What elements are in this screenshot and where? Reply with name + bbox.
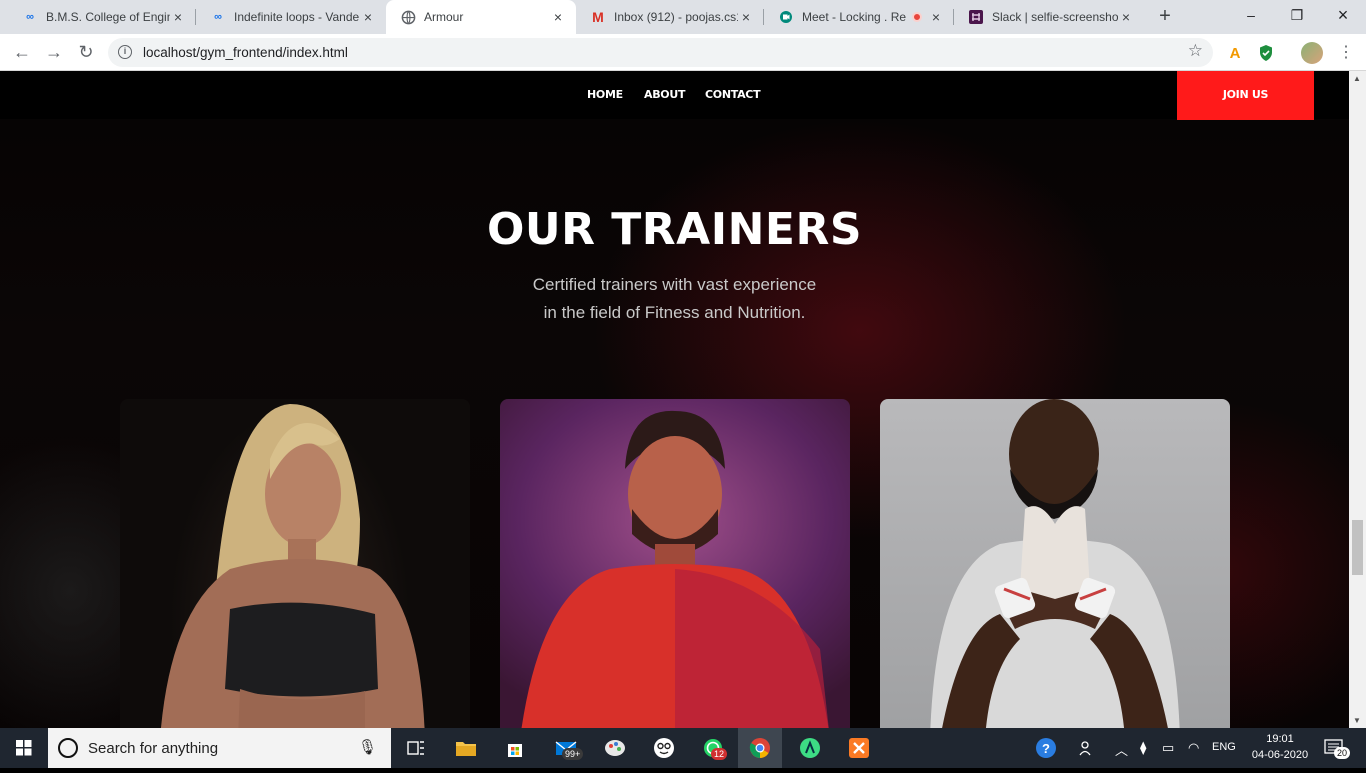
- scrollbar-thumb[interactable]: [1352, 520, 1363, 575]
- dropbox-icon[interactable]: ⧫: [1140, 740, 1146, 756]
- tab-title: Meet - Locking . Re: [802, 10, 907, 24]
- trainer-card-2[interactable]: [500, 399, 850, 728]
- tab-slack[interactable]: Slack | selfie-screenshot ×: [954, 0, 1144, 34]
- help-icon[interactable]: ?: [1032, 734, 1060, 762]
- join-us-button[interactable]: JOIN US: [1177, 71, 1314, 120]
- android-studio-icon[interactable]: [796, 734, 824, 762]
- task-view-icon[interactable]: [402, 734, 430, 762]
- close-icon[interactable]: ×: [738, 9, 754, 25]
- battery-icon[interactable]: ▭: [1162, 740, 1174, 756]
- tab-title: B.M.S. College of Engin: [46, 10, 170, 24]
- nav-contact-link[interactable]: CONTACT: [705, 88, 761, 101]
- nav-about-link[interactable]: ABOUT: [644, 88, 685, 101]
- chrome-icon[interactable]: [746, 734, 774, 762]
- clock-date: 04-06-2020: [1251, 749, 1309, 761]
- microphone-icon[interactable]: 🎙: [358, 738, 377, 756]
- new-tab-button[interactable]: +: [1153, 5, 1177, 29]
- extension-a-icon[interactable]: A: [1225, 43, 1245, 63]
- gmail-icon: M: [592, 9, 604, 25]
- link-icon: ∞: [26, 11, 34, 23]
- shield-extension-icon[interactable]: [1256, 43, 1276, 63]
- xampp-icon[interactable]: [845, 734, 873, 762]
- file-explorer-icon[interactable]: [452, 734, 480, 762]
- back-button[interactable]: ←: [8, 39, 36, 67]
- info-icon[interactable]: i: [118, 45, 132, 59]
- close-icon[interactable]: ×: [928, 9, 944, 25]
- mail-icon[interactable]: 99+: [552, 734, 584, 762]
- minimize-button[interactable]: –: [1228, 0, 1274, 30]
- trainer-photo: [930, 399, 1180, 728]
- reload-button[interactable]: ↻: [72, 39, 100, 67]
- whatsapp-icon[interactable]: 12: [699, 734, 728, 762]
- system-clock[interactable]: 19:01 04-06-2020: [1250, 731, 1310, 763]
- link-icon: ∞: [214, 11, 222, 23]
- tab-indefinite-loops[interactable]: ∞ Indefinite loops - Vande ×: [196, 0, 386, 34]
- taskbar: Search for anything 🎙 99+ 12 ? ︿ ⧫ ▭ ◠ E…: [0, 728, 1366, 768]
- globe-icon: [400, 9, 416, 25]
- close-window-button[interactable]: ×: [1320, 0, 1366, 30]
- paint-icon[interactable]: [601, 734, 629, 762]
- tab-title: Slack | selfie-screenshot: [992, 10, 1118, 24]
- trainer-card-3[interactable]: [880, 399, 1230, 728]
- slack-icon: [968, 9, 984, 25]
- subtitle-line: in the field of Fitness and Nutrition.: [543, 303, 806, 322]
- tab-bms-college[interactable]: ∞ B.M.S. College of Engin ×: [8, 0, 196, 34]
- language-indicator[interactable]: ENG: [1212, 741, 1236, 753]
- tab-armour[interactable]: Armour ×: [386, 0, 576, 34]
- tab-gmail-inbox[interactable]: M Inbox (912) - poojas.cs1 ×: [576, 0, 764, 34]
- section-heading: OUR TRAINERS: [486, 204, 863, 255]
- meet-icon: [778, 9, 794, 25]
- search-placeholder: Search for anything: [88, 740, 219, 757]
- trainer-card-1[interactable]: [120, 399, 470, 728]
- store-icon[interactable]: [501, 734, 529, 762]
- close-icon[interactable]: ×: [1118, 9, 1134, 25]
- close-icon[interactable]: ×: [550, 9, 566, 25]
- address-bar[interactable]: i localhost/gym_frontend/index.html ☆: [108, 38, 1213, 67]
- svg-text:?: ?: [1042, 741, 1050, 756]
- taskbar-search-box[interactable]: Search for anything 🎙: [48, 728, 391, 768]
- page-scrollbar[interactable]: ▲ ▼: [1349, 71, 1366, 728]
- scroll-up-arrow-icon[interactable]: ▲: [1353, 74, 1361, 83]
- browser-menu-icon[interactable]: ⋮: [1336, 40, 1356, 66]
- maximize-button[interactable]: ❐: [1274, 0, 1320, 30]
- tab-title: Armour: [424, 10, 464, 24]
- close-icon[interactable]: ×: [360, 9, 376, 25]
- browser-toolbar: ← → ↻ i localhost/gym_frontend/index.htm…: [0, 34, 1366, 71]
- mail-badge: 99+: [562, 748, 584, 760]
- start-button[interactable]: [0, 728, 48, 768]
- profile-avatar[interactable]: [1301, 42, 1323, 64]
- page-viewport: HOME ABOUT CONTACT JOIN US OUR TRAINERS …: [0, 71, 1349, 728]
- people-icon[interactable]: [1073, 734, 1101, 762]
- trainer-photo: [521, 410, 829, 728]
- site-navbar: HOME ABOUT CONTACT JOIN US: [0, 71, 1349, 120]
- section-subtitle: Certified trainers with vast experience …: [0, 271, 1349, 327]
- cortana-icon: [58, 738, 78, 758]
- action-center-icon[interactable]: 20: [1321, 734, 1351, 762]
- tab-title: Inbox (912) - poojas.cs1: [614, 10, 738, 24]
- tab-title: Indefinite loops - Vande: [234, 10, 360, 24]
- scroll-down-arrow-icon[interactable]: ▼: [1353, 716, 1361, 725]
- trainer-photo: [161, 404, 425, 728]
- whatsapp-badge: 12: [711, 748, 728, 760]
- bookmark-star-icon[interactable]: ☆: [1188, 41, 1203, 61]
- tab-strip: ∞ B.M.S. College of Engin × ∞ Indefinite…: [0, 0, 1366, 34]
- clock-time: 19:01: [1266, 733, 1294, 745]
- tab-meet[interactable]: Meet - Locking . Re ×: [764, 0, 954, 34]
- notification-count: 20: [1334, 747, 1351, 759]
- forward-button[interactable]: →: [40, 39, 68, 67]
- nav-home-link[interactable]: HOME: [587, 88, 623, 101]
- recording-icon: [912, 12, 922, 22]
- wifi-icon[interactable]: ◠: [1188, 740, 1199, 756]
- close-icon[interactable]: ×: [170, 9, 186, 25]
- windows-logo-icon: [16, 740, 32, 756]
- url-text: localhost/gym_frontend/index.html: [143, 45, 348, 60]
- subtitle-line: Certified trainers with vast experience: [532, 275, 817, 294]
- emoji-app-icon[interactable]: [650, 734, 678, 762]
- show-hidden-icons-icon[interactable]: ︿: [1115, 740, 1128, 759]
